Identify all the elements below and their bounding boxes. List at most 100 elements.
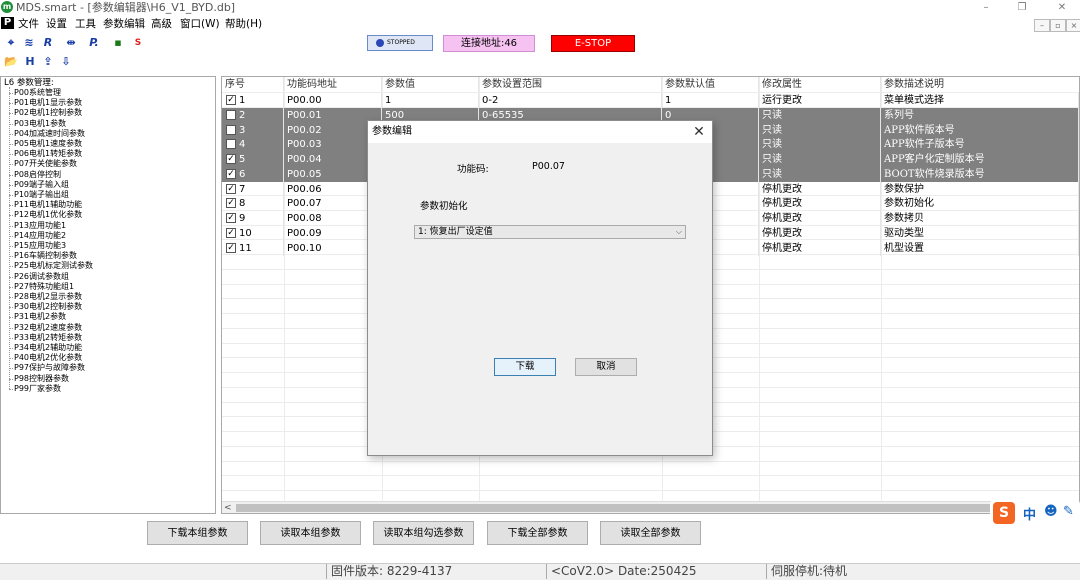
- mdi-restore-button[interactable]: ▫: [1050, 19, 1066, 32]
- cell-desc[interactable]: 参数初始化: [881, 196, 1079, 212]
- split-icon[interactable]: ⇹: [63, 36, 79, 50]
- row-checkbox[interactable]: ✓: [226, 154, 236, 164]
- read-all-button[interactable]: 读取全部参数: [600, 521, 701, 545]
- tree-item[interactable]: P02电机1控制参数: [14, 108, 82, 118]
- dialog-titlebar[interactable]: 参数编辑 ✕: [368, 121, 712, 143]
- menu-settings[interactable]: 设置: [46, 16, 67, 32]
- cell-attr[interactable]: 运行更改: [759, 93, 881, 108]
- cell-attr[interactable]: 停机更改: [759, 225, 881, 241]
- cell-no[interactable]: 2: [222, 107, 284, 123]
- tree-item[interactable]: P26调试参数组: [14, 272, 69, 282]
- read-group-button[interactable]: 读取本组参数: [260, 521, 361, 545]
- param-value-select[interactable]: 1: 恢复出厂设定值 ⌵: [414, 225, 686, 239]
- tree-item[interactable]: P14应用功能2: [14, 231, 66, 241]
- row-checkbox[interactable]: ✓: [226, 183, 236, 194]
- cell-desc[interactable]: BOOT软件烧录版本号: [881, 166, 1079, 182]
- cell-desc[interactable]: APP客户化定制版本号: [881, 152, 1079, 167]
- upload-icon[interactable]: ⇪: [40, 55, 56, 69]
- pen-icon[interactable]: ✎: [1063, 504, 1074, 519]
- mdi-close-button[interactable]: ×: [1066, 19, 1080, 32]
- tree-item[interactable]: P07开关使能参数: [14, 159, 77, 169]
- cell-desc[interactable]: 驱动类型: [881, 225, 1079, 241]
- cell-attr[interactable]: 只读: [759, 152, 881, 167]
- menu-advanced[interactable]: 高级: [151, 16, 172, 32]
- cell-attr[interactable]: 停机更改: [759, 240, 881, 256]
- read-icon[interactable]: R: [40, 36, 56, 50]
- horizontal-scrollbar[interactable]: <: [222, 501, 1079, 513]
- header-desc[interactable]: 参数描述说明: [881, 77, 1079, 92]
- open-folder-icon[interactable]: 📂: [3, 55, 19, 69]
- connect-icon[interactable]: ⌖: [3, 36, 19, 50]
- param-edit-dialog[interactable]: 参数编辑 ✕ 功能码: P00.07 参数初始化 1: 恢复出厂设定值 ⌵ 下载…: [367, 120, 713, 456]
- tree-item[interactable]: P99厂家参数: [14, 384, 61, 394]
- cell-attr[interactable]: 只读: [759, 166, 881, 182]
- tree-item[interactable]: P27特殊功能组1: [14, 282, 74, 292]
- read-checked-button[interactable]: 读取本组勾选参数: [373, 521, 474, 545]
- menu-help[interactable]: 帮助(H): [225, 16, 262, 32]
- header-addr[interactable]: 功能码地址: [284, 77, 382, 92]
- ime-toolbar[interactable]: S 中 ☻ ✎: [990, 500, 1080, 526]
- cell-attr[interactable]: 停机更改: [759, 196, 881, 212]
- estop-button[interactable]: E-STOP: [551, 35, 635, 52]
- sogou-logo-icon[interactable]: S: [993, 502, 1015, 524]
- tree-item[interactable]: P30电机2控制参数: [14, 302, 82, 312]
- tree-item[interactable]: P15应用功能3: [14, 241, 66, 251]
- tree-item[interactable]: P32电机2速度参数: [14, 323, 82, 333]
- tree-item[interactable]: P97保护与故障参数: [14, 363, 85, 373]
- cell-no[interactable]: ✓ 8: [222, 196, 284, 212]
- dialog-download-button[interactable]: 下载: [494, 358, 556, 376]
- cell-desc[interactable]: APP软件版本号: [881, 122, 1079, 138]
- tree-item[interactable]: P06电机1转矩参数: [14, 149, 82, 159]
- tree-item[interactable]: P31电机2参数: [14, 312, 66, 322]
- header-default[interactable]: 参数默认值: [662, 77, 759, 92]
- cell-desc[interactable]: 参数拷贝: [881, 211, 1079, 226]
- tree-item[interactable]: P05电机1速度参数: [14, 139, 82, 149]
- cell-attr[interactable]: 停机更改: [759, 211, 881, 226]
- tree-item[interactable]: P04加减速时间参数: [14, 129, 85, 139]
- cell-no[interactable]: 3: [222, 122, 284, 138]
- header-attr[interactable]: 修改属性: [759, 77, 881, 92]
- tree-item[interactable]: P98控制器参数: [14, 374, 69, 384]
- row-checkbox[interactable]: ✓: [226, 213, 236, 223]
- mdi-minimize-button[interactable]: –: [1034, 19, 1050, 32]
- cell-attr[interactable]: 停机更改: [759, 181, 881, 197]
- cell-value[interactable]: 1: [382, 93, 479, 108]
- minimize-button[interactable]: –: [974, 0, 998, 15]
- restore-button[interactable]: ❐: [1010, 0, 1034, 15]
- tree-item[interactable]: P09端子输入组: [14, 180, 69, 190]
- download-all-button[interactable]: 下载全部参数: [487, 521, 588, 545]
- cell-desc[interactable]: 系列号: [881, 107, 1079, 123]
- download-group-button[interactable]: 下载本组参数: [147, 521, 248, 545]
- cell-no[interactable]: ✓ 9: [222, 211, 284, 226]
- tree-item[interactable]: P08启停控制: [14, 170, 61, 180]
- cell-no[interactable]: ✓ 5: [222, 152, 284, 167]
- tree-item[interactable]: P10端子输出组: [14, 190, 69, 200]
- menu-tools[interactable]: 工具: [75, 16, 96, 32]
- param-icon[interactable]: P.: [86, 36, 102, 50]
- tree-item[interactable]: P34电机2辅助功能: [14, 343, 82, 353]
- row-checkbox[interactable]: ✓: [226, 198, 236, 209]
- header-no[interactable]: 序号: [222, 77, 284, 92]
- dialog-cancel-button[interactable]: 取消: [575, 358, 637, 376]
- row-checkbox[interactable]: [226, 139, 236, 150]
- cell-no[interactable]: ✓ 11: [222, 240, 284, 256]
- cell-no[interactable]: ✓ 7: [222, 181, 284, 197]
- cell-no[interactable]: ✓ 1: [222, 93, 284, 108]
- tree-item[interactable]: P12电机1优化参数: [14, 210, 82, 220]
- tree-item[interactable]: P28电机2显示参数: [14, 292, 82, 302]
- row-checkbox[interactable]: ✓: [226, 168, 236, 179]
- row-checkbox[interactable]: ✓: [226, 242, 236, 253]
- cell-desc[interactable]: 菜单模式选择: [881, 93, 1079, 108]
- cell-desc[interactable]: APP软件子版本号: [881, 137, 1079, 153]
- row-checkbox[interactable]: ✓: [226, 227, 236, 238]
- tree-root[interactable]: L6 参数管理:: [4, 78, 54, 88]
- save-icon[interactable]: H: [22, 55, 38, 69]
- cell-attr[interactable]: 只读: [759, 137, 881, 153]
- tree-item[interactable]: P40电机2优化参数: [14, 353, 82, 363]
- table-row[interactable]: ✓ 1 P00.00 1 0-2 1 运行更改 菜单模式选择: [222, 93, 1079, 108]
- tree-item[interactable]: P01电机1显示参数: [14, 98, 82, 108]
- row-checkbox[interactable]: ✓: [226, 95, 236, 105]
- download-icon[interactable]: ⇩: [58, 55, 74, 69]
- menu-file[interactable]: 文件: [18, 16, 39, 32]
- tree-item[interactable]: P25电机标定测试参数: [14, 261, 93, 271]
